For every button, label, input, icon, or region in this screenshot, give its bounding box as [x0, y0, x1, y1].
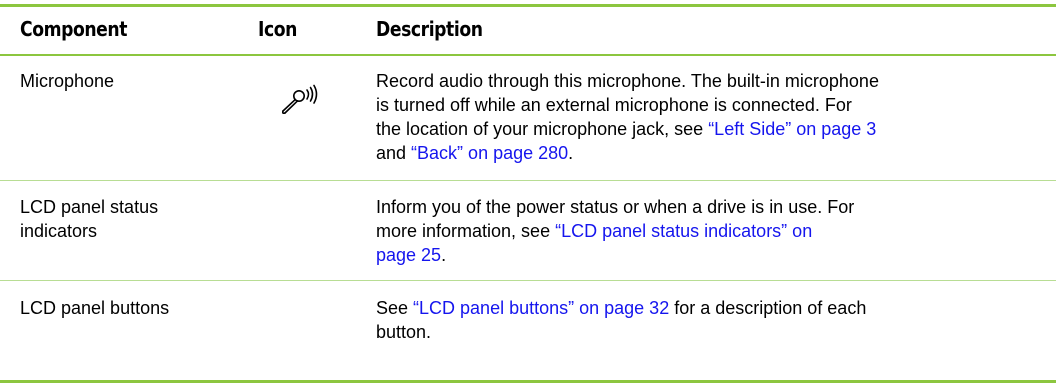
description-text: button. [376, 322, 432, 342]
description-text: the location of your microphone jack, se… [376, 119, 709, 139]
status-indicators-page-link[interactable]: page 25 [376, 245, 441, 265]
description-text: See [376, 298, 414, 318]
description-line: See “LCD panel buttons” on page 32 for a… [376, 296, 1036, 320]
status-indicators-link[interactable]: “LCD panel status indicators” on [555, 221, 812, 241]
back-link[interactable]: “Back” on page 280 [411, 143, 568, 163]
description-text: is turned off while an external micropho… [376, 95, 852, 115]
header-description: Description [376, 17, 483, 41]
description-text: Record audio through this microphone. Th… [376, 71, 879, 91]
description-text: . [441, 245, 447, 265]
row-panel-buttons-component: LCD panel buttons [20, 298, 170, 318]
description-text: . [568, 143, 574, 163]
header-icon: Icon [258, 17, 297, 41]
description-text: and [376, 143, 412, 163]
row-panel-buttons-description: See “LCD panel buttons” on page 32 for a… [376, 296, 1036, 344]
row-status-indicators-description: Inform you of the power status or when a… [376, 195, 1036, 267]
header-component: Component [20, 17, 128, 41]
panel-buttons-link[interactable]: “LCD panel buttons” on page 32 [413, 298, 669, 318]
description-line: is turned off while an external micropho… [376, 93, 1036, 117]
row-divider [0, 180, 1056, 181]
description-text: more information, see [376, 221, 556, 241]
row-status-indicators-component: LCD panel status indicators [20, 195, 158, 243]
description-line: more information, see “LCD panel status … [376, 219, 1036, 243]
microphone-icon [278, 84, 326, 118]
table-bottom-rule [0, 380, 1056, 383]
description-line: Record audio through this microphone. Th… [376, 69, 1036, 93]
row-divider [0, 280, 1056, 281]
description-text: Inform you of the power status or when a… [376, 197, 855, 217]
description-text: for a description of each [669, 298, 867, 318]
left-side-link[interactable]: “Left Side” on page 3 [708, 119, 876, 139]
row-microphone-component: Microphone [20, 71, 115, 91]
description-line: and “Back” on page 280. [376, 141, 1036, 165]
component-label-line: indicators [20, 221, 98, 241]
description-line: button. [376, 320, 1036, 344]
row-microphone-description: Record audio through this microphone. Th… [376, 69, 1036, 165]
table-top-rule [0, 4, 1056, 7]
description-line: Inform you of the power status or when a… [376, 195, 1036, 219]
description-line: page 25. [376, 243, 1036, 267]
description-line: the location of your microphone jack, se… [376, 117, 1036, 141]
header-rule [0, 54, 1056, 56]
component-label-line: LCD panel status [20, 197, 159, 217]
